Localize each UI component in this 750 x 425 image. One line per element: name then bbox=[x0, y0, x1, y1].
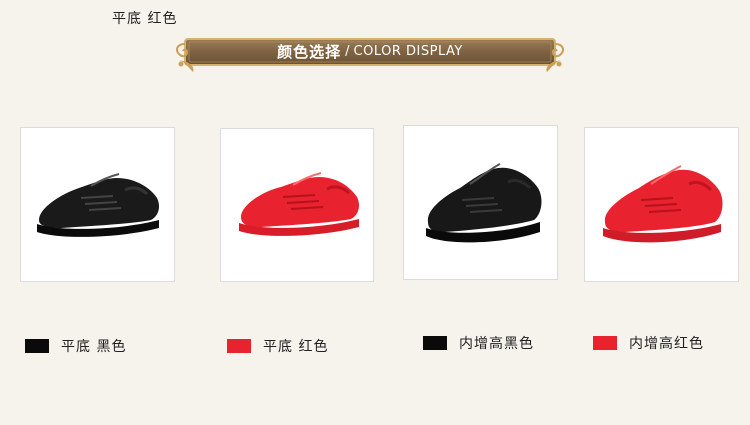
header-label: 平底 红色 bbox=[112, 11, 178, 27]
shoe-red-icon bbox=[239, 172, 359, 236]
banner-separator: / bbox=[345, 43, 350, 59]
variant-option-flat-red[interactable]: 平底 红色 bbox=[227, 336, 328, 356]
shoe-black-icon bbox=[37, 173, 159, 237]
variant-label: 内增高黑色 bbox=[459, 336, 534, 352]
color-swatch bbox=[593, 336, 617, 350]
shoe-red-icon bbox=[603, 165, 723, 243]
color-swatch bbox=[423, 336, 447, 350]
variant-label: 平底 红色 bbox=[263, 339, 329, 355]
product-image-flat-red[interactable] bbox=[220, 128, 374, 282]
variant-label: 内增高红色 bbox=[629, 336, 704, 352]
product-image-flat-black[interactable] bbox=[20, 127, 175, 282]
color-swatch bbox=[25, 339, 49, 353]
banner-title-cn: 颜色选择 bbox=[277, 42, 342, 61]
variant-option-elevated-red[interactable]: 内增高红色 bbox=[593, 333, 704, 353]
color-display-banner: 颜色选择 / COLOR DISPLAY bbox=[175, 34, 565, 74]
variant-option-elevated-black[interactable]: 内增高黑色 bbox=[423, 333, 534, 353]
product-image-elevated-red[interactable] bbox=[584, 127, 739, 282]
variant-label: 平底 黑色 bbox=[61, 339, 127, 355]
product-image-elevated-black[interactable] bbox=[403, 125, 558, 280]
variant-option-flat-black[interactable]: 平底 黑色 bbox=[25, 336, 126, 356]
color-swatch bbox=[227, 339, 251, 353]
banner-title-en: COLOR DISPLAY bbox=[353, 43, 463, 59]
shoe-black-icon bbox=[426, 163, 542, 243]
